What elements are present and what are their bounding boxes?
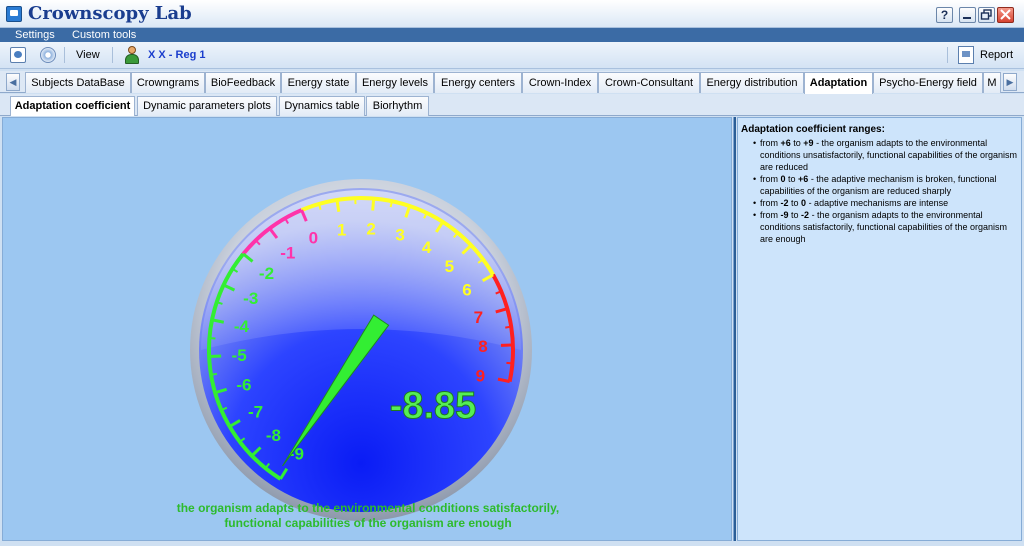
gauge-tick-label: 6 bbox=[462, 281, 471, 300]
gauge-tick-label: 9 bbox=[476, 366, 485, 385]
gauge-tick-label: 4 bbox=[422, 238, 432, 257]
gauge-tick-label: -6 bbox=[236, 375, 251, 394]
tab-crowngrams[interactable]: Crowngrams bbox=[131, 72, 205, 93]
tab-crown-consultant[interactable]: Crown-Consultant bbox=[598, 72, 700, 93]
window-bottom-border bbox=[0, 541, 1024, 546]
minimize-button[interactable] bbox=[959, 7, 976, 23]
window-title: Crownscopy Lab bbox=[28, 3, 192, 24]
main-tabs: ◀ Subjects DataBase Crowngrams BioFeedba… bbox=[0, 71, 1024, 94]
gauge-tick-label: -7 bbox=[248, 402, 263, 421]
gauge-major-tick bbox=[371, 198, 376, 211]
subtab-biorhythm[interactable]: Biorhythm bbox=[366, 96, 429, 116]
gauge-value-label: -8.85 bbox=[390, 385, 477, 427]
subtab-dynamic-parameters-plots[interactable]: Dynamic parameters plots bbox=[137, 96, 277, 116]
sub-tabs: Adaptation coefficient Dynamic parameter… bbox=[0, 94, 1024, 116]
gauge-tick-label: 8 bbox=[478, 337, 487, 356]
ranges-list: from +6 to +9 - the organism adapts to t… bbox=[741, 137, 1017, 245]
gauge-tick-label: -4 bbox=[234, 317, 250, 336]
range-item: from -9 to -2 - the organism adapts to t… bbox=[753, 209, 1017, 245]
tab-adaptation[interactable]: Adaptation bbox=[804, 72, 873, 94]
adaptation-gauge: -9-8-7-6-5-4-3-2-10 1 2 3456789 -8.85 bbox=[190, 179, 532, 521]
gauge-minor-tick bbox=[506, 361, 513, 365]
disc-icon[interactable] bbox=[40, 47, 56, 63]
tab-energy-levels[interactable]: Energy levels bbox=[356, 72, 434, 93]
app-icon bbox=[6, 6, 22, 22]
close-button[interactable] bbox=[997, 7, 1014, 23]
range-item: from -2 to 0 - adaptive mechanisms are i… bbox=[753, 197, 1017, 209]
gauge-minor-tick bbox=[389, 200, 393, 208]
minimize-icon bbox=[963, 17, 971, 19]
status-line-2: functional capabilities of the organism … bbox=[224, 516, 512, 530]
menu-settings[interactable]: Settings bbox=[15, 29, 55, 41]
restore-icon bbox=[980, 9, 992, 20]
tab-energy-centers[interactable]: Energy centers bbox=[434, 72, 522, 93]
report-icon[interactable] bbox=[958, 46, 974, 64]
help-button[interactable]: ? bbox=[936, 7, 953, 23]
menu-custom-tools[interactable]: Custom tools bbox=[72, 29, 136, 41]
gauge-tick-label: 7 bbox=[474, 308, 483, 327]
title-bar: Crownscopy Lab ? bbox=[0, 0, 1024, 28]
gauge-minor-tick bbox=[210, 372, 218, 376]
ranges-info-panel: Adaptation coefficient ranges: from +6 t… bbox=[737, 117, 1022, 541]
toolbar-separator bbox=[64, 47, 65, 63]
gauge-tick-label: 2 bbox=[366, 219, 375, 238]
subtab-adaptation-coefficient[interactable]: Adaptation coefficient bbox=[10, 96, 135, 116]
restore-button[interactable] bbox=[978, 7, 995, 23]
ranges-title: Adaptation coefficient ranges: bbox=[741, 124, 885, 135]
report-button[interactable]: Report bbox=[980, 49, 1013, 61]
tab-energy-distribution[interactable]: Energy distribution bbox=[700, 72, 804, 93]
tab-scroll-left-icon[interactable]: ◀ bbox=[6, 73, 20, 91]
range-item: from +6 to +9 - the organism adapts to t… bbox=[753, 137, 1017, 173]
gauge-major-tick bbox=[209, 354, 222, 358]
database-icon[interactable] bbox=[10, 47, 26, 63]
gauge-tick-label: 5 bbox=[445, 257, 454, 276]
gauge-tick-label: -8 bbox=[266, 426, 281, 445]
toolbar: View X X - Reg 1 Report bbox=[0, 42, 1024, 69]
panel-splitter[interactable] bbox=[733, 117, 736, 541]
tab-subjects-database[interactable]: Subjects DataBase bbox=[25, 72, 131, 93]
gauge-panel: -9 -8 -7 -6 -5 -4 -3 -2 -1 0 1 2 3 4 5 6 7 8 9 -8.85 the o… bbox=[2, 117, 732, 541]
range-item: from 0 to +6 - the adaptive mechanism is… bbox=[753, 173, 1017, 197]
menu-bar: Settings Custom tools bbox=[0, 28, 1024, 42]
tab-energy-state[interactable]: Energy state bbox=[281, 72, 356, 93]
gauge-tick-label: -5 bbox=[232, 346, 247, 365]
tab-scroll-right-icon[interactable]: ▶ bbox=[1003, 73, 1017, 91]
toolbar-separator bbox=[947, 47, 948, 63]
gauge-tick-label: -2 bbox=[259, 264, 274, 283]
tab-psycho-energy-field[interactable]: Psycho-Energy field bbox=[873, 72, 983, 93]
gauge-tick-label: -3 bbox=[243, 289, 258, 308]
toolbar-separator bbox=[112, 47, 113, 63]
adaptation-status: the organism adapts to the environmental… bbox=[103, 501, 633, 531]
gauge-tick-label: -1 bbox=[280, 243, 295, 262]
user-icon bbox=[124, 46, 140, 64]
tab-biofeedback[interactable]: BioFeedback bbox=[205, 72, 281, 93]
tab-crown-index[interactable]: Crown-Index bbox=[522, 72, 598, 93]
gauge-tick-label: 3 bbox=[395, 225, 404, 244]
gauge-tick-label: 0 bbox=[309, 229, 318, 248]
gauge-tick-label: 1 bbox=[337, 221, 346, 240]
current-user[interactable]: X X - Reg 1 bbox=[148, 49, 205, 61]
view-button[interactable]: View bbox=[76, 49, 100, 61]
gauge-minor-tick bbox=[505, 325, 512, 329]
close-icon bbox=[1000, 9, 1011, 20]
status-line-1: the organism adapts to the environmental… bbox=[176, 501, 560, 515]
subtab-dynamics-table[interactable]: Dynamics table bbox=[279, 96, 365, 116]
gauge-major-tick bbox=[335, 199, 341, 213]
tab-more[interactable]: M bbox=[983, 72, 1001, 93]
